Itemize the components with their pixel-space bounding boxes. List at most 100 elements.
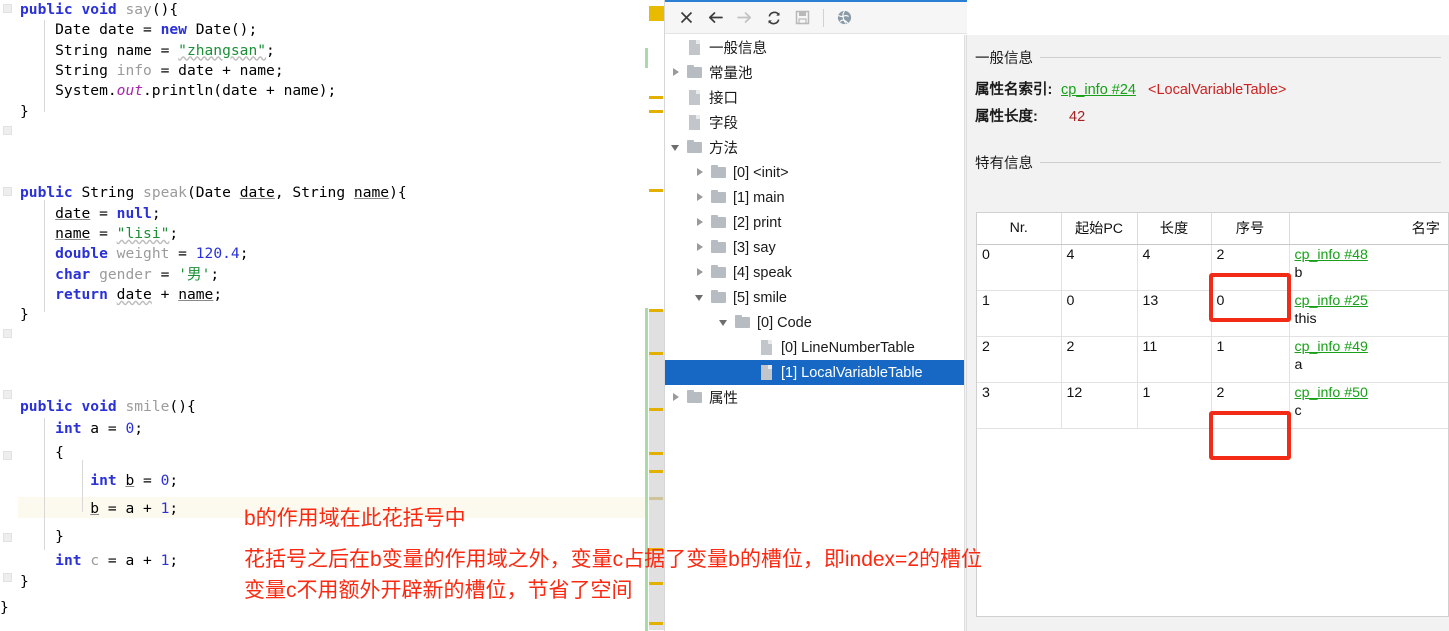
table-row[interactable]: 2 2 11 1 cp_info #49 a [977,336,1449,383]
tree-item-label: [0] LineNumberTable [781,339,915,356]
cell-index: 0 [1211,290,1290,337]
column-header[interactable]: 起始PC [1061,213,1138,245]
tree-item[interactable]: [3] say [665,235,967,260]
cp-info-link[interactable]: cp_info #49 [1295,339,1449,355]
chevron-right-icon[interactable] [694,185,709,210]
annotation-space-saving-note: 变量c不用额外开辟新的槽位，节省了空间 [244,579,633,602]
refresh-icon[interactable] [760,5,787,31]
cp-info-link[interactable]: cp_info #48 [1295,247,1449,263]
inspection-status-indicator[interactable] [649,6,664,21]
table-row[interactable]: 3 12 1 2 cp_info #50 c [977,382,1449,429]
file-icon [757,335,778,360]
tree-item-label: 方法 [709,141,738,157]
folder-icon [685,135,706,160]
chevron-right-icon[interactable] [694,160,709,185]
chevron-down-icon[interactable] [694,285,709,310]
column-header[interactable]: 名字 [1289,213,1448,245]
tree-item[interactable]: [0] <init> [665,160,967,185]
column-header[interactable]: Nr. [977,213,1062,245]
column-header[interactable]: 长度 [1137,213,1212,245]
chevron-right-icon[interactable] [670,60,685,85]
attribute-name-value: <LocalVariableTable> [1147,82,1287,98]
folder-icon [685,385,706,410]
chevron-down-icon[interactable] [670,135,685,160]
editor-marker-strip[interactable] [645,0,665,631]
chevron-right-icon[interactable] [670,385,685,410]
warning-marker[interactable] [649,470,663,473]
code-line: public void smile(){ [20,398,196,415]
warning-marker[interactable] [649,408,663,411]
vcs-change-marker [645,48,648,68]
tree-item[interactable]: 方法 [665,135,967,160]
close-icon[interactable] [673,5,700,31]
warning-marker[interactable] [649,582,663,585]
tree-item-label: [1] main [733,189,785,206]
warning-marker[interactable] [649,189,663,192]
tree-toolbar [665,2,967,34]
fold-marker[interactable] [3,4,12,13]
fold-marker[interactable] [3,187,12,196]
editor-gutter[interactable] [0,0,18,631]
chevron-right-icon[interactable] [694,210,709,235]
tree-item[interactable]: [2] print [665,210,967,235]
table-row[interactable]: 0 4 4 2 cp_info #48 b [977,244,1449,291]
warning-marker[interactable] [649,497,663,500]
general-info-title: 一般信息 [975,51,1033,67]
tree-item[interactable]: [0] LineNumberTable [665,335,967,360]
cell-index: 2 [1211,382,1290,429]
tree-item[interactable]: 字段 [665,110,967,135]
warning-marker[interactable] [649,110,663,113]
tree-item[interactable]: [0] Code [665,310,967,335]
file-icon [685,110,706,135]
chevron-down-icon[interactable] [718,310,733,335]
warning-marker[interactable] [649,309,663,312]
browser-globe-icon[interactable] [831,5,858,31]
tree-item[interactable]: [5] smile [665,285,967,310]
code-line: name = "lisi"; [55,224,179,242]
warning-marker[interactable] [649,452,663,455]
tree-item[interactable]: 接口 [665,85,967,110]
folder-icon [685,60,706,85]
save-icon [789,5,816,31]
warning-marker[interactable] [649,352,663,355]
fold-marker[interactable] [3,533,12,542]
fold-marker[interactable] [3,390,12,399]
fold-marker[interactable] [3,126,12,135]
tree-item[interactable]: 属性 [665,385,967,410]
tree-item-label: [2] print [733,214,782,231]
file-icon [685,35,706,60]
tree-item[interactable]: 常量池 [665,60,967,85]
cp-info-link[interactable]: cp_info #25 [1295,293,1449,309]
tree-item[interactable]: [1] main [665,185,967,210]
chevron-right-icon[interactable] [694,235,709,260]
table-body: 0 4 4 2 cp_info #48 b 1 0 13 0 cp_info #25 this 2 2 11… [977,244,1449,429]
local-variable-table-wrapper[interactable]: Nr. 起始PC 长度 序号 名字 0 4 4 2 cp_info #48 b 1 0 13 0 cp_in… [976,212,1449,617]
cell-nr: 2 [977,336,1062,383]
cp-info-link[interactable]: cp_info #50 [1295,385,1449,401]
code-line: public String speak(Date date, String na… [20,184,407,202]
tree-item[interactable]: 一般信息 [665,35,967,60]
tree-item[interactable]: [4] speak [665,260,967,285]
warning-marker[interactable] [649,622,663,625]
table-row[interactable]: 1 0 13 0 cp_info #25 this [977,290,1449,337]
code-line: public void say(){ [20,1,179,18]
column-header[interactable]: 序号 [1211,213,1290,245]
tree-view[interactable]: 一般信息 常量池 接口 字段方法 [0] <init> [1] main [2] print… [665,35,967,631]
code-text[interactable]: public void say(){ Date date = new Date(… [0,0,640,631]
cp-info-link[interactable]: cp_info #24 [1061,82,1148,98]
cell-length: 1 [1137,382,1212,429]
cell-start-pc: 12 [1061,382,1138,429]
fold-marker[interactable] [3,329,12,338]
chevron-right-icon[interactable] [694,260,709,285]
tree-item[interactable]: [1] LocalVariableTable [665,360,967,385]
fold-marker[interactable] [3,451,12,460]
fold-marker[interactable] [3,573,12,582]
code-editor[interactable]: public void say(){ Date date = new Date(… [0,0,645,631]
attribute-length-value: 42 [1069,109,1086,125]
warning-marker[interactable] [649,96,663,99]
folder-icon [709,210,730,235]
back-arrow-icon[interactable] [702,5,729,31]
